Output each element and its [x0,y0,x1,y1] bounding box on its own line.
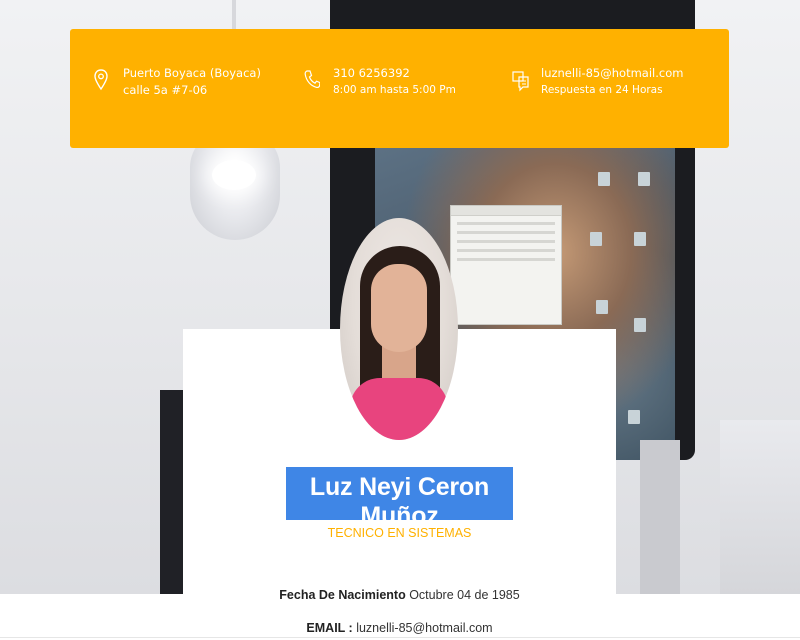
avatar [340,218,458,440]
contact-phone: 310 6256392 8:00 am hasta 5:00 Pm [304,65,456,99]
desktop-icon [634,232,646,246]
desktop-icon [634,318,646,332]
email-response-note: Respuesta en 24 Horas [541,84,663,96]
phone-number: 310 6256392 [333,66,410,80]
email-value: luznelli-85@hotmail.com [356,621,493,635]
desktop-icon [596,300,608,314]
desktop-icon [598,172,610,186]
location-line2: calle 5a #7-06 [123,83,208,97]
screen-window [450,205,562,325]
birth-date-label: Fecha De Nacimiento [279,588,406,602]
chat-icon [512,69,532,99]
lamp-light [212,160,256,190]
email-label: EMAIL : [306,621,353,635]
email-line: EMAIL : luznelli-85@hotmail.com [183,621,616,635]
contact-email: luznelli-85@hotmail.com Respuesta en 24 … [512,65,683,99]
monitor-stand [640,440,680,594]
birth-date-line: Fecha De Nacimiento Octubre 04 de 1985 [183,588,616,602]
map-pin-icon [94,69,114,99]
contact-location: Puerto Boyaca (Boyaca) calle 5a #7-06 [94,65,261,99]
divider [0,637,800,638]
email-address-link[interactable]: luznelli-85@hotmail.com [541,65,683,82]
profile-role: TECNICO EN SISTEMAS [327,526,472,540]
desktop-icon [628,410,640,424]
phone-icon [304,69,324,99]
phone-hours: 8:00 am hasta 5:00 Pm [333,84,456,96]
birth-date-value: Octubre 04 de 1985 [409,588,520,602]
contact-bar: Puerto Boyaca (Boyaca) calle 5a #7-06 31… [70,29,729,148]
location-line1: Puerto Boyaca (Boyaca) [123,66,261,80]
profile-name: Luz Neyi Ceron Muñoz [309,473,490,530]
desktop-icon [638,172,650,186]
wall-area [720,420,800,594]
desktop-icon [590,232,602,246]
